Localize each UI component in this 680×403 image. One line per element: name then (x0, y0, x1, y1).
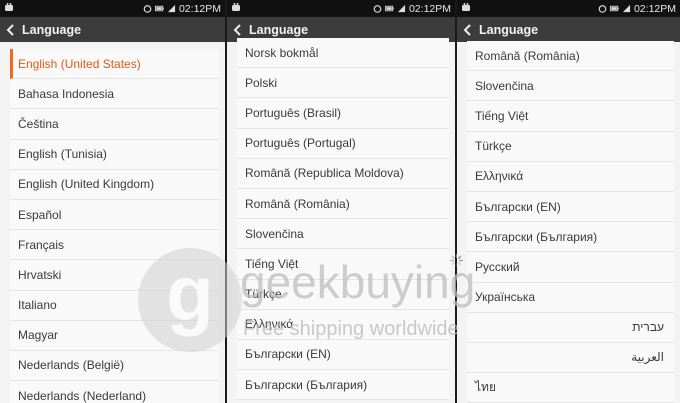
battery-icon (154, 5, 164, 12)
language-item[interactable]: Hrvatski (10, 260, 219, 291)
app-header: Language (457, 17, 680, 42)
language-screen-1: 02:12PM Language English (United States)… (0, 0, 225, 403)
battery-icon (609, 5, 619, 12)
language-item[interactable]: עברית (467, 313, 674, 343)
status-time: 02:12PM (633, 2, 676, 15)
language-item[interactable]: ไทย (467, 373, 674, 403)
language-item[interactable]: Ελληνικά (237, 310, 449, 340)
language-item-selected[interactable]: English (United States) (10, 49, 219, 80)
language-item[interactable]: English (Tunisia) (10, 140, 219, 170)
language-item[interactable]: Português (Portugal) (237, 129, 449, 159)
language-item[interactable]: Polski (237, 68, 449, 99)
status-bar: 02:12PM (457, 0, 680, 17)
language-item[interactable]: Български (EN) (237, 340, 449, 371)
language-item[interactable]: Tiếng Việt (237, 249, 449, 280)
page-title: Language (479, 22, 539, 37)
language-item[interactable]: Français (10, 230, 219, 261)
chevron-left-icon (463, 23, 471, 36)
signal-icon (397, 4, 406, 13)
app-header: Language (0, 17, 225, 42)
status-time: 02:12PM (178, 2, 221, 15)
language-item[interactable]: Български (България) (237, 370, 449, 401)
language-item[interactable]: Português (Brasil) (237, 98, 449, 129)
status-time: 02:12PM (408, 2, 451, 15)
language-item[interactable]: Slovenčina (467, 71, 674, 102)
language-item[interactable]: Română (România) (237, 189, 449, 220)
language-list: English (United States) Bahasa Indonesia… (10, 49, 219, 403)
page-title: Language (249, 22, 309, 37)
language-item[interactable]: Español (10, 200, 219, 231)
battery-icon (384, 5, 394, 12)
language-item[interactable]: Nederlands (Nederland) (10, 381, 219, 403)
language-item[interactable]: Čeština (10, 109, 219, 140)
language-item[interactable]: Română (România) (467, 41, 674, 72)
language-item[interactable]: Türkçe (237, 280, 449, 310)
chevron-left-icon (233, 23, 241, 36)
android-debug-icon (462, 3, 470, 11)
language-list: Română (România) Slovenčina Tiếng Việt T… (467, 41, 674, 403)
language-item[interactable]: Tiếng Việt (467, 101, 674, 132)
language-item[interactable]: Български (България) (467, 222, 674, 253)
language-item[interactable]: Slovenčina (237, 219, 449, 250)
screenshots-strip: 02:12PM Language English (United States)… (0, 0, 680, 403)
language-item[interactable]: Magyar (10, 321, 219, 351)
chevron-left-icon (6, 23, 14, 36)
language-item[interactable]: Norsk bokmål (237, 38, 449, 69)
language-item[interactable]: Nederlands (België) (10, 351, 219, 382)
signal-icon (622, 4, 631, 13)
signal-icon (167, 4, 176, 13)
language-item[interactable]: Italiano (10, 291, 219, 321)
back-button[interactable] (227, 23, 249, 36)
language-item[interactable]: Русский (467, 252, 674, 283)
status-bar: 02:12PM (0, 0, 225, 17)
language-item[interactable]: English (United Kingdom) (10, 170, 219, 200)
back-button[interactable] (457, 23, 479, 36)
language-item[interactable]: Română (Republica Moldova) (237, 159, 449, 189)
alarm-icon (143, 5, 152, 13)
language-screen-2: 02:12PM Language Norsk bokmål Polski Por… (227, 0, 455, 403)
language-item[interactable]: Українська (467, 283, 674, 313)
language-list: Norsk bokmål Polski Português (Brasil) P… (237, 38, 449, 401)
loading-spinner-icon (450, 254, 463, 267)
alarm-icon (373, 5, 382, 13)
back-button[interactable] (0, 23, 22, 36)
language-item[interactable]: العربية (467, 343, 674, 374)
language-item[interactable]: Ελληνικά (467, 162, 674, 192)
language-screen-3: 02:12PM Language Română (România) Sloven… (457, 0, 680, 403)
language-item[interactable]: Български (EN) (467, 192, 674, 223)
language-item[interactable]: Bahasa Indonesia (10, 79, 219, 110)
android-debug-icon (5, 3, 13, 11)
alarm-icon (598, 5, 607, 13)
language-item[interactable]: Türkçe (467, 132, 674, 162)
status-bar: 02:12PM (227, 0, 455, 17)
page-title: Language (22, 22, 82, 37)
android-debug-icon (232, 3, 240, 11)
